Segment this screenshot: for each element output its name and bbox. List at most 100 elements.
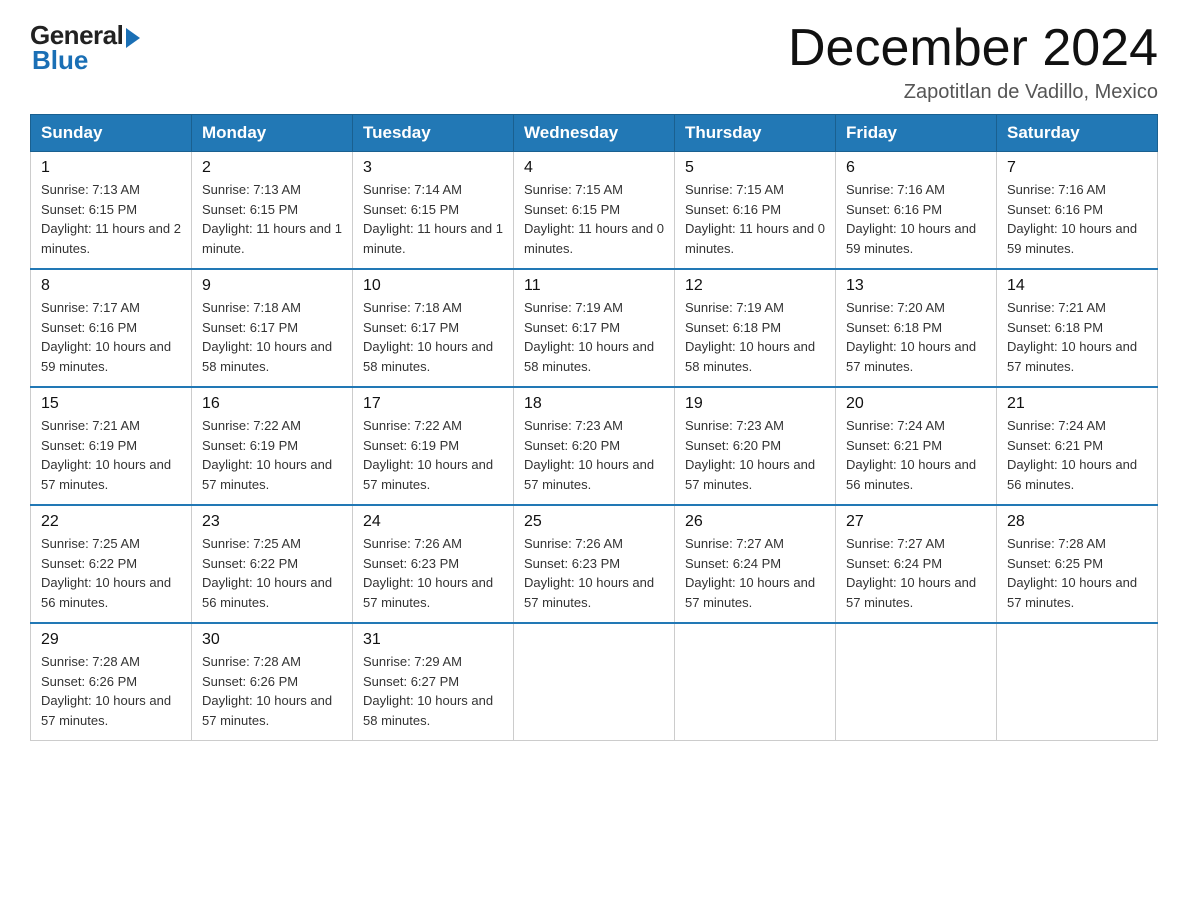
day-info: Sunrise: 7:18 AMSunset: 6:17 PMDaylight:… xyxy=(202,298,342,376)
calendar-day-cell: 28 Sunrise: 7:28 AMSunset: 6:25 PMDayligh… xyxy=(997,505,1158,623)
calendar-day-cell xyxy=(514,623,675,741)
day-number: 14 xyxy=(1007,277,1147,295)
logo: General Blue xyxy=(30,20,140,76)
day-number: 12 xyxy=(685,277,825,295)
column-header-saturday: Saturday xyxy=(997,115,1158,152)
calendar-day-cell: 5 Sunrise: 7:15 AMSunset: 6:16 PMDaylight… xyxy=(675,152,836,270)
day-info: Sunrise: 7:22 AMSunset: 6:19 PMDaylight:… xyxy=(363,416,503,494)
calendar-day-cell: 26 Sunrise: 7:27 AMSunset: 6:24 PMDayligh… xyxy=(675,505,836,623)
day-info: Sunrise: 7:24 AMSunset: 6:21 PMDaylight:… xyxy=(1007,416,1147,494)
day-number: 8 xyxy=(41,277,181,295)
calendar-day-cell: 17Sunrise: 7:22 AMSunset: 6:19 PMDayligh… xyxy=(353,387,514,505)
day-number: 1 xyxy=(41,159,181,177)
calendar-day-cell: 9Sunrise: 7:18 AMSunset: 6:17 PMDaylight… xyxy=(192,269,353,387)
day-number: 13 xyxy=(846,277,986,295)
calendar-day-cell xyxy=(836,623,997,741)
calendar-day-cell: 13 Sunrise: 7:20 AMSunset: 6:18 PMDayligh… xyxy=(836,269,997,387)
location-text: Zapotitlan de Vadillo, Mexico xyxy=(788,81,1158,104)
logo-blue-text: Blue xyxy=(32,45,88,76)
day-info: Sunrise: 7:29 AMSunset: 6:27 PMDaylight:… xyxy=(363,652,503,730)
day-info: Sunrise: 7:21 AMSunset: 6:18 PMDaylight:… xyxy=(1007,298,1147,376)
calendar-day-cell: 4Sunrise: 7:15 AMSunset: 6:15 PMDaylight… xyxy=(514,152,675,270)
calendar-day-cell: 19Sunrise: 7:23 AMSunset: 6:20 PMDayligh… xyxy=(675,387,836,505)
day-number: 24 xyxy=(363,513,503,531)
day-number: 26 xyxy=(685,513,825,531)
calendar-week-row: 8 Sunrise: 7:17 AMSunset: 6:16 PMDaylight… xyxy=(31,269,1158,387)
title-block: December 2024 Zapotitlan de Vadillo, Mex… xyxy=(788,20,1158,104)
day-info: Sunrise: 7:28 AMSunset: 6:25 PMDaylight:… xyxy=(1007,534,1147,612)
day-info: Sunrise: 7:27 AMSunset: 6:24 PMDaylight:… xyxy=(846,534,986,612)
day-number: 5 xyxy=(685,159,825,177)
day-info: Sunrise: 7:24 AMSunset: 6:21 PMDaylight:… xyxy=(846,416,986,494)
day-info: Sunrise: 7:13 AMSunset: 6:15 PMDaylight:… xyxy=(41,180,181,258)
calendar-day-cell xyxy=(997,623,1158,741)
day-info: Sunrise: 7:27 AMSunset: 6:24 PMDaylight:… xyxy=(685,534,825,612)
calendar-day-cell: 15Sunrise: 7:21 AMSunset: 6:19 PMDayligh… xyxy=(31,387,192,505)
day-info: Sunrise: 7:28 AMSunset: 6:26 PMDaylight:… xyxy=(41,652,181,730)
calendar-week-row: 15Sunrise: 7:21 AMSunset: 6:19 PMDayligh… xyxy=(31,387,1158,505)
calendar-week-row: 29 Sunrise: 7:28 AMSunset: 6:26 PMDayligh… xyxy=(31,623,1158,741)
day-number: 20 xyxy=(846,395,986,413)
day-info: Sunrise: 7:26 AMSunset: 6:23 PMDaylight:… xyxy=(363,534,503,612)
calendar-day-cell: 23 Sunrise: 7:25 AMSunset: 6:22 PMDayligh… xyxy=(192,505,353,623)
calendar-day-cell: 10 Sunrise: 7:18 AMSunset: 6:17 PMDayligh… xyxy=(353,269,514,387)
day-info: Sunrise: 7:22 AMSunset: 6:19 PMDaylight:… xyxy=(202,416,342,494)
calendar-day-cell: 14 Sunrise: 7:21 AMSunset: 6:18 PMDayligh… xyxy=(997,269,1158,387)
day-info: Sunrise: 7:19 AMSunset: 6:17 PMDaylight:… xyxy=(524,298,664,376)
day-number: 10 xyxy=(363,277,503,295)
day-info: Sunrise: 7:17 AMSunset: 6:16 PMDaylight:… xyxy=(41,298,181,376)
day-info: Sunrise: 7:15 AMSunset: 6:16 PMDaylight:… xyxy=(685,180,825,258)
column-header-thursday: Thursday xyxy=(675,115,836,152)
day-info: Sunrise: 7:28 AMSunset: 6:26 PMDaylight:… xyxy=(202,652,342,730)
calendar-day-cell: 20 Sunrise: 7:24 AMSunset: 6:21 PMDayligh… xyxy=(836,387,997,505)
calendar-day-cell: 2Sunrise: 7:13 AMSunset: 6:15 PMDaylight… xyxy=(192,152,353,270)
calendar-day-cell: 3 Sunrise: 7:14 AMSunset: 6:15 PMDaylight… xyxy=(353,152,514,270)
calendar-day-cell: 25 Sunrise: 7:26 AMSunset: 6:23 PMDayligh… xyxy=(514,505,675,623)
day-info: Sunrise: 7:18 AMSunset: 6:17 PMDaylight:… xyxy=(363,298,503,376)
calendar-table: SundayMondayTuesdayWednesdayThursdayFrid… xyxy=(30,114,1158,741)
day-number: 15 xyxy=(41,395,181,413)
day-number: 7 xyxy=(1007,159,1147,177)
calendar-day-cell: 21 Sunrise: 7:24 AMSunset: 6:21 PMDayligh… xyxy=(997,387,1158,505)
page-header: General Blue December 2024 Zapotitlan de… xyxy=(30,20,1158,104)
day-info: Sunrise: 7:26 AMSunset: 6:23 PMDaylight:… xyxy=(524,534,664,612)
calendar-day-cell xyxy=(675,623,836,741)
day-info: Sunrise: 7:25 AMSunset: 6:22 PMDaylight:… xyxy=(202,534,342,612)
month-title: December 2024 xyxy=(788,20,1158,77)
day-info: Sunrise: 7:20 AMSunset: 6:18 PMDaylight:… xyxy=(846,298,986,376)
calendar-day-cell: 29 Sunrise: 7:28 AMSunset: 6:26 PMDayligh… xyxy=(31,623,192,741)
column-header-friday: Friday xyxy=(836,115,997,152)
calendar-day-cell: 8 Sunrise: 7:17 AMSunset: 6:16 PMDaylight… xyxy=(31,269,192,387)
day-number: 16 xyxy=(202,395,342,413)
day-info: Sunrise: 7:25 AMSunset: 6:22 PMDaylight:… xyxy=(41,534,181,612)
day-info: Sunrise: 7:19 AMSunset: 6:18 PMDaylight:… xyxy=(685,298,825,376)
day-number: 25 xyxy=(524,513,664,531)
column-header-tuesday: Tuesday xyxy=(353,115,514,152)
calendar-day-cell: 7Sunrise: 7:16 AMSunset: 6:16 PMDaylight… xyxy=(997,152,1158,270)
calendar-day-cell: 18 Sunrise: 7:23 AMSunset: 6:20 PMDayligh… xyxy=(514,387,675,505)
day-number: 29 xyxy=(41,631,181,649)
calendar-day-cell: 11 Sunrise: 7:19 AMSunset: 6:17 PMDayligh… xyxy=(514,269,675,387)
day-info: Sunrise: 7:14 AMSunset: 6:15 PMDaylight:… xyxy=(363,180,503,258)
calendar-day-cell: 16 Sunrise: 7:22 AMSunset: 6:19 PMDayligh… xyxy=(192,387,353,505)
calendar-day-cell: 24 Sunrise: 7:26 AMSunset: 6:23 PMDayligh… xyxy=(353,505,514,623)
day-number: 28 xyxy=(1007,513,1147,531)
calendar-day-cell: 1 Sunrise: 7:13 AMSunset: 6:15 PMDaylight… xyxy=(31,152,192,270)
calendar-week-row: 22Sunrise: 7:25 AMSunset: 6:22 PMDayligh… xyxy=(31,505,1158,623)
day-number: 31 xyxy=(363,631,503,649)
calendar-week-row: 1 Sunrise: 7:13 AMSunset: 6:15 PMDaylight… xyxy=(31,152,1158,270)
day-number: 11 xyxy=(524,277,664,295)
day-number: 30 xyxy=(202,631,342,649)
day-number: 6 xyxy=(846,159,986,177)
day-info: Sunrise: 7:23 AMSunset: 6:20 PMDaylight:… xyxy=(685,416,825,494)
day-number: 23 xyxy=(202,513,342,531)
day-info: Sunrise: 7:16 AMSunset: 6:16 PMDaylight:… xyxy=(846,180,986,258)
day-info: Sunrise: 7:23 AMSunset: 6:20 PMDaylight:… xyxy=(524,416,664,494)
day-info: Sunrise: 7:13 AMSunset: 6:15 PMDaylight:… xyxy=(202,180,342,258)
day-number: 21 xyxy=(1007,395,1147,413)
calendar-day-cell: 30 Sunrise: 7:28 AMSunset: 6:26 PMDayligh… xyxy=(192,623,353,741)
calendar-day-cell: 31 Sunrise: 7:29 AMSunset: 6:27 PMDayligh… xyxy=(353,623,514,741)
day-number: 18 xyxy=(524,395,664,413)
logo-arrow-icon xyxy=(126,28,140,48)
day-number: 3 xyxy=(363,159,503,177)
